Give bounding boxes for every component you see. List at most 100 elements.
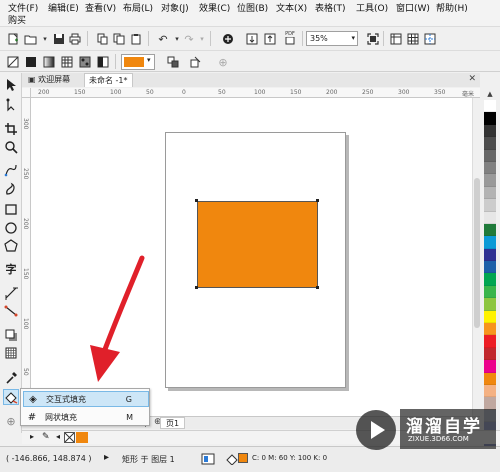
import-icon[interactable]	[245, 32, 259, 46]
transparency-tool-icon[interactable]	[3, 345, 19, 361]
save-icon[interactable]	[52, 32, 66, 46]
text-tool-icon[interactable]: 字	[3, 261, 19, 277]
parallel-dimension-icon[interactable]	[3, 285, 19, 301]
palette-swatch[interactable]	[484, 323, 496, 336]
menu-bitmaps[interactable]: 位图(B)	[237, 1, 268, 14]
dropdown-arrow-icon[interactable]: ▾	[38, 32, 52, 46]
palette-arrow-icon[interactable]: ◂	[56, 432, 60, 441]
palette-swatch[interactable]	[484, 149, 496, 162]
palette-swatch[interactable]	[484, 199, 496, 212]
palette-swatch[interactable]	[484, 248, 496, 262]
search-content-icon[interactable]	[221, 32, 235, 46]
menu-text[interactable]: 文本(X)	[276, 1, 307, 14]
tab-document[interactable]: 未命名 -1*	[84, 73, 133, 87]
eyedropper-tool-icon[interactable]	[3, 370, 19, 386]
menu-buy[interactable]: 购买	[8, 13, 26, 26]
print-icon[interactable]	[68, 32, 82, 46]
palette-swatch[interactable]	[484, 223, 496, 237]
tab-close-icon[interactable]: ✕	[468, 74, 476, 84]
new-document-icon[interactable]	[6, 32, 20, 46]
full-screen-icon[interactable]	[366, 32, 380, 46]
palette-swatch[interactable]	[484, 161, 496, 175]
artistic-media-icon[interactable]	[3, 181, 19, 197]
redo-icon[interactable]: ↷	[182, 32, 196, 46]
menu-effects[interactable]: 效果(C)	[199, 1, 230, 14]
fountain-fill-icon[interactable]	[42, 55, 56, 69]
vertical-ruler[interactable]: 300 250 200 150 100 50	[22, 98, 31, 416]
palette-swatch[interactable]	[484, 298, 496, 311]
redo-dropdown-icon[interactable]: ▾	[195, 32, 209, 46]
crop-tool-icon[interactable]	[3, 121, 19, 137]
eyedropper-icon[interactable]: ✎	[42, 432, 50, 442]
menu-window[interactable]: 窗口(W)	[396, 1, 430, 14]
menu-view[interactable]: 查看(V)	[85, 1, 116, 14]
publish-pdf-icon[interactable]: PDF	[283, 31, 297, 45]
show-grid-icon[interactable]	[406, 32, 420, 46]
palette-swatch[interactable]	[484, 384, 496, 398]
fill-indicator-icon[interactable]	[226, 453, 238, 468]
status-play-icon[interactable]: ▸	[104, 452, 109, 463]
menu-layout[interactable]: 布局(L)	[123, 1, 153, 14]
show-rulers-icon[interactable]	[389, 32, 403, 46]
add-preset-icon[interactable]: ⊕	[216, 55, 230, 69]
palette-swatch[interactable]	[484, 174, 496, 187]
page-tab-1[interactable]: 页1	[160, 417, 186, 429]
no-fill-icon[interactable]	[6, 55, 20, 69]
vertical-scroll-thumb[interactable]	[474, 178, 480, 328]
palette-swatch[interactable]	[484, 273, 496, 286]
uniform-fill-icon[interactable]	[24, 55, 38, 69]
menu-tools[interactable]: 工具(O)	[356, 1, 388, 14]
paste-icon[interactable]	[129, 32, 143, 46]
fill-color-dropdown-icon[interactable]: ▾	[147, 56, 151, 64]
ruler-corner[interactable]	[22, 88, 31, 98]
connector-tool-icon[interactable]	[3, 303, 19, 319]
flyout-mesh-fill[interactable]: # 网状填充 M	[23, 409, 149, 425]
texture-fill-icon[interactable]	[78, 55, 92, 69]
add-tool-icon[interactable]: ⊕	[3, 413, 19, 429]
copy-fill-icon[interactable]	[166, 55, 180, 69]
menu-table[interactable]: 表格(T)	[315, 1, 346, 14]
color-palette[interactable]	[484, 100, 496, 472]
palette-swatch[interactable]	[484, 112, 496, 125]
palette-swatch[interactable]	[484, 100, 496, 113]
flyout-interactive-fill[interactable]: ◈ 交互式填充 G	[23, 391, 149, 407]
shape-tool-icon[interactable]	[3, 97, 19, 113]
palette-scroll-up-icon[interactable]: ▲	[482, 90, 498, 99]
palette-swatch[interactable]	[484, 211, 496, 224]
interactive-fill-tool-icon[interactable]	[3, 389, 19, 405]
copy-icon[interactable]	[112, 32, 126, 46]
zoom-level-input[interactable]: 35% ▾	[306, 31, 358, 46]
export-icon[interactable]	[263, 32, 277, 46]
palette-swatch[interactable]	[484, 347, 496, 361]
horizontal-ruler[interactable]: 200 150 100 50 0 50 100 150 200 250 300 350 毫米	[30, 88, 480, 98]
pick-tool-icon[interactable]	[3, 77, 19, 93]
selection-handle[interactable]	[195, 199, 198, 202]
document-color-swatch[interactable]	[76, 432, 88, 443]
selection-handle[interactable]	[316, 286, 319, 289]
palette-swatch[interactable]	[484, 236, 496, 249]
fill-color-picker[interactable]: ▾	[121, 54, 155, 70]
polygon-tool-icon[interactable]	[3, 238, 19, 254]
zoom-tool-icon[interactable]	[3, 139, 19, 155]
show-guidelines-icon[interactable]	[423, 32, 437, 46]
open-document-icon[interactable]	[24, 32, 38, 46]
palette-swatch[interactable]	[484, 372, 496, 385]
drop-shadow-icon[interactable]	[3, 327, 19, 343]
pattern-fill-icon[interactable]	[60, 55, 74, 69]
palette-swatch[interactable]	[484, 310, 496, 324]
palette-swatch[interactable]	[484, 360, 496, 373]
orange-rectangle[interactable]	[197, 201, 318, 288]
menu-help[interactable]: 帮助(H)	[436, 1, 468, 14]
rectangle-tool-icon[interactable]	[3, 201, 19, 217]
palette-swatch[interactable]	[484, 124, 496, 138]
palette-swatch[interactable]	[484, 285, 496, 299]
freehand-tool-icon[interactable]	[3, 162, 19, 178]
no-color-swatch[interactable]	[64, 432, 75, 443]
color-proof-icon[interactable]	[201, 453, 215, 468]
palette-flyout-icon[interactable]: ▸	[30, 432, 34, 441]
ellipse-tool-icon[interactable]	[3, 220, 19, 236]
palette-swatch[interactable]	[484, 186, 496, 200]
menu-edit[interactable]: 编辑(E)	[48, 1, 79, 14]
cut-icon[interactable]	[95, 32, 109, 46]
zoom-dropdown-icon[interactable]: ▾	[351, 32, 355, 45]
